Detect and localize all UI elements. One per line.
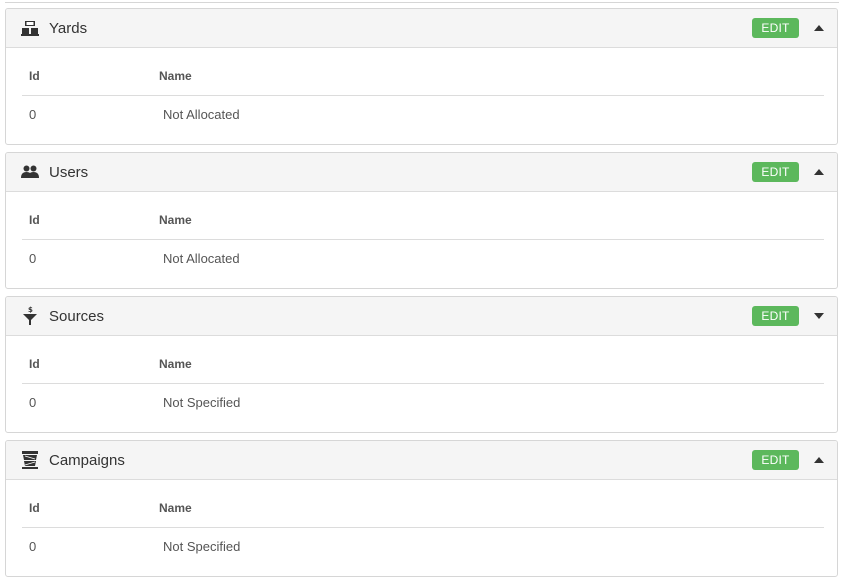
panel-title: Users (49, 164, 89, 181)
panel-header: Yards EDIT (6, 9, 837, 48)
panel-title: Campaigns (49, 452, 125, 469)
cell-id: 0 (29, 395, 37, 410)
data-table: Id Name 0 Not Specified (22, 480, 824, 564)
panel-title: Sources (49, 308, 105, 325)
svg-text:$: $ (28, 306, 33, 314)
table-row[interactable]: 0 Not Allocated (22, 240, 824, 276)
funnel-dollar-icon: $ (20, 306, 40, 326)
edit-button[interactable]: EDIT (752, 450, 799, 470)
collapse-caret-icon[interactable] (813, 455, 825, 465)
column-header-id[interactable]: Id (29, 357, 40, 371)
table-header: Id Name (22, 336, 824, 384)
table-row[interactable]: 0 Not Specified (22, 384, 824, 420)
cell-name: Not Allocated (163, 107, 240, 122)
table-header: Id Name (22, 480, 824, 528)
panel-campaigns: Campaigns EDIT Id Name 0 Not Specified (5, 440, 838, 577)
panel-header: $ Sources EDIT (6, 297, 837, 336)
panel-header: Users EDIT (6, 153, 837, 192)
edit-button[interactable]: EDIT (752, 18, 799, 38)
cell-name: Not Specified (163, 395, 241, 410)
panel-header: Campaigns EDIT (6, 441, 837, 480)
column-header-name[interactable]: Name (159, 69, 192, 83)
edit-button[interactable]: EDIT (752, 306, 799, 326)
table-header: Id Name (22, 48, 824, 96)
yards-icon (20, 18, 40, 38)
column-header-name[interactable]: Name (159, 357, 192, 371)
column-header-id[interactable]: Id (29, 213, 40, 227)
cell-id: 0 (29, 107, 37, 122)
collapse-caret-icon[interactable] (813, 167, 825, 177)
panel-yards: Yards EDIT Id Name 0 Not Allocated (5, 8, 838, 145)
data-table: Id Name 0 Not Allocated (22, 192, 824, 276)
users-icon (20, 162, 40, 182)
collapse-caret-icon[interactable] (813, 23, 825, 33)
edit-button[interactable]: EDIT (752, 162, 799, 182)
column-header-name[interactable]: Name (159, 501, 192, 515)
cell-id: 0 (29, 539, 37, 554)
previous-panel-edge (5, 0, 839, 3)
panel-title: Yards (49, 20, 88, 37)
table-row[interactable]: 0 Not Specified (22, 528, 824, 564)
cell-name: Not Allocated (163, 251, 240, 266)
data-table: Id Name 0 Not Specified (22, 336, 824, 420)
campaign-icon (20, 450, 40, 470)
column-header-id[interactable]: Id (29, 69, 40, 83)
table-header: Id Name (22, 192, 824, 240)
data-table: Id Name 0 Not Allocated (22, 48, 824, 132)
expand-caret-icon[interactable] (813, 311, 825, 321)
cell-id: 0 (29, 251, 37, 266)
panel-sources: $ Sources EDIT Id Name 0 Not Specified (5, 296, 838, 433)
cell-name: Not Specified (163, 539, 241, 554)
column-header-id[interactable]: Id (29, 501, 40, 515)
column-header-name[interactable]: Name (159, 213, 192, 227)
panel-users: Users EDIT Id Name 0 Not Allocated (5, 152, 838, 289)
table-row[interactable]: 0 Not Allocated (22, 96, 824, 132)
